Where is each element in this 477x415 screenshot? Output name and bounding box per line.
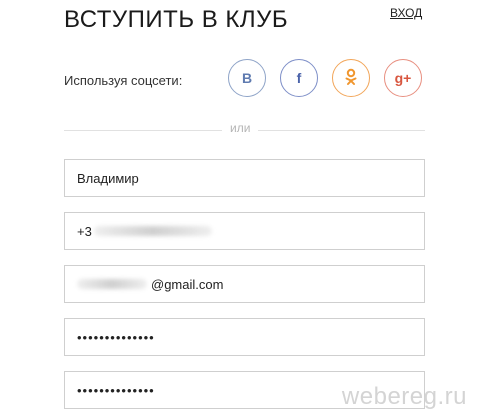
- facebook-icon: f: [296, 70, 302, 86]
- social-label: Используя соцсети:: [64, 73, 183, 88]
- watermark: webereg.ru: [341, 383, 467, 410]
- login-link[interactable]: ВХОД: [390, 6, 422, 20]
- phone-blurred-value: [93, 226, 212, 236]
- password-field[interactable]: ••••••••••••••: [64, 318, 425, 356]
- email-domain: @gmail.com: [151, 276, 224, 292]
- phone-prefix: +3: [77, 223, 92, 239]
- signup-page: ВСТУПИТЬ В КЛУБ ВХОД Используя соцсети: …: [0, 0, 477, 415]
- divider-or-text: или: [222, 121, 259, 135]
- odnoklassniki-icon: [344, 68, 358, 89]
- odnoklassniki-button[interactable]: [332, 59, 370, 97]
- password-value: ••••••••••••••: [77, 329, 155, 345]
- password-confirm-value: ••••••••••••••: [77, 382, 155, 398]
- facebook-button[interactable]: f: [280, 59, 318, 97]
- vk-icon: В: [241, 70, 253, 86]
- name-field[interactable]: Владимир: [64, 159, 425, 197]
- google-plus-button[interactable]: g+: [384, 59, 422, 97]
- name-value: Владимир: [77, 170, 139, 186]
- phone-field[interactable]: +3: [64, 212, 425, 250]
- email-field[interactable]: @gmail.com: [64, 265, 425, 303]
- vk-button[interactable]: В: [228, 59, 266, 97]
- google-plus-icon: g+: [394, 70, 412, 86]
- email-blurred-local-part: [77, 279, 147, 289]
- page-title: ВСТУПИТЬ В КЛУБ: [64, 6, 289, 33]
